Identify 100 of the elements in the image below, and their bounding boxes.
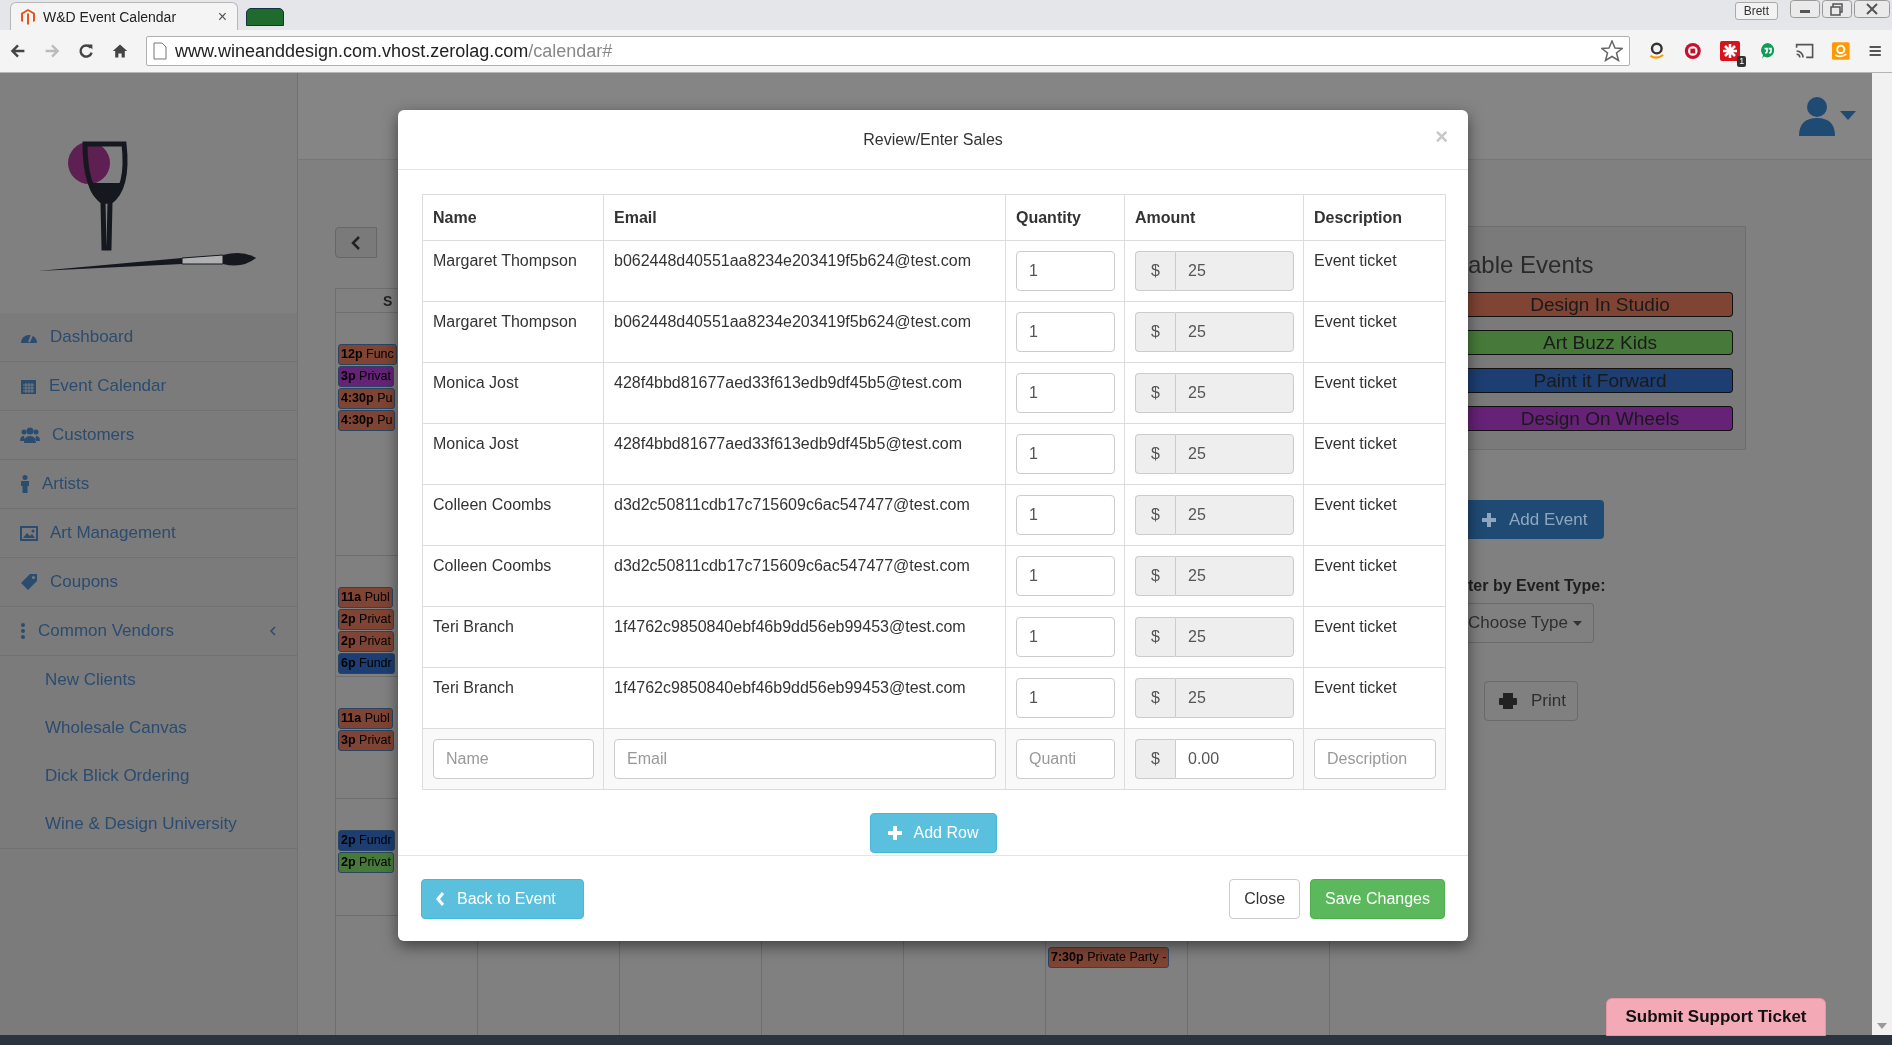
- sidebar-item[interactable]: Event Calendar: [0, 362, 297, 411]
- calendar-event[interactable]: 11a Publ: [338, 587, 393, 608]
- table-cell: Event ticket: [1303, 301, 1446, 363]
- calendar-event[interactable]: 3p Privat: [338, 730, 395, 751]
- close-tab-button[interactable]: ×: [217, 7, 227, 26]
- table-cell: Event ticket: [1303, 667, 1446, 729]
- table-cell: 1f4762c9850840ebf46b9dd56eb99453@test.com: [603, 606, 1006, 668]
- address-bar[interactable]: www.wineanddesign.com.vhost.zerolag.com/calendar#: [146, 36, 1630, 66]
- tag-icon: [20, 573, 38, 591]
- calendar-event[interactable]: 7:30p Private Party -: [1048, 947, 1170, 968]
- user-icon[interactable]: [1798, 96, 1836, 136]
- column-header: Amount: [1124, 194, 1304, 241]
- browser-tab[interactable]: W&D Event Calendar ×: [10, 2, 238, 30]
- sidebar-item[interactable]: Common Vendors: [0, 607, 297, 656]
- table-cell: Teri Branch: [422, 606, 604, 668]
- description-field[interactable]: Description: [1314, 739, 1436, 779]
- close-button[interactable]: ×: [1435, 124, 1448, 150]
- table-cell: d3d2c50811cdb17c715609c6ac547477@test.com: [603, 545, 1006, 607]
- caret-icon[interactable]: [1840, 111, 1856, 121]
- email-field[interactable]: Email: [614, 739, 996, 779]
- calendar-event[interactable]: 4:30p Pu: [338, 410, 396, 431]
- vertical-dots-icon: [20, 623, 26, 639]
- quantity-field[interactable]: 1: [1016, 495, 1115, 535]
- stop-icon[interactable]: [1683, 40, 1702, 62]
- table-cell: Event ticket: [1303, 240, 1446, 302]
- column-header: Description: [1303, 194, 1446, 241]
- printer-icon: [1499, 693, 1517, 709]
- image-icon: [20, 525, 38, 541]
- profile-button[interactable]: Brett: [1734, 2, 1778, 20]
- sidebar-subitem[interactable]: New Clients: [0, 656, 297, 704]
- calendar-event[interactable]: 2p Fundr: [338, 830, 395, 851]
- back-to-event-button[interactable]: Back to Event: [421, 879, 584, 919]
- minimize-icon[interactable]: [1790, 0, 1820, 18]
- calendar-event[interactable]: 2p Privat: [338, 852, 395, 873]
- event-type-label[interactable]: Art Buzz Kids: [1468, 330, 1733, 355]
- currency-addon: $: [1135, 312, 1175, 352]
- panel-title: able Events: [1468, 253, 1595, 277]
- calendar-event[interactable]: 2p Privat: [338, 609, 395, 630]
- close-icon[interactable]: [1854, 0, 1890, 18]
- sidebar-item[interactable]: Coupons: [0, 558, 297, 607]
- print-button[interactable]: Print: [1484, 681, 1578, 721]
- table-cell: 1f4762c9850840ebf46b9dd56eb99453@test.com: [603, 667, 1006, 729]
- currency-addon: $: [1135, 251, 1175, 291]
- event-type-label[interactable]: Design In Studio: [1468, 292, 1733, 317]
- sidebar-subitem[interactable]: Wine & Design University: [0, 800, 297, 848]
- event-type-label[interactable]: Design On Wheels: [1468, 406, 1733, 431]
- star-icon[interactable]: [1601, 40, 1623, 62]
- table-cell: Event ticket: [1303, 484, 1446, 546]
- amount-field[interactable]: 0.00: [1175, 739, 1294, 779]
- calendar-event[interactable]: 12p Func: [338, 344, 397, 365]
- quantity-field[interactable]: 1: [1016, 556, 1115, 596]
- chevron-icon: [269, 625, 277, 637]
- name-field[interactable]: Name: [433, 739, 594, 779]
- currency-addon: $: [1135, 617, 1175, 657]
- person-icon: [20, 475, 30, 493]
- add-row-button[interactable]: Add Row: [869, 813, 997, 853]
- calendar-event[interactable]: 6p Fundr: [338, 653, 395, 674]
- table-cell: Event ticket: [1303, 362, 1446, 424]
- support-ticket-button[interactable]: Submit Support Ticket: [1606, 998, 1826, 1036]
- calendar-event[interactable]: 4:30p Pu: [338, 388, 396, 409]
- calendar-event[interactable]: 2p Privat: [338, 631, 395, 652]
- sidebar-item[interactable]: Artists: [0, 460, 297, 509]
- quantity-field[interactable]: 1: [1016, 678, 1115, 718]
- modal-title: Review/Enter Sales: [863, 130, 1003, 149]
- event-type-label[interactable]: Paint it Forward: [1468, 368, 1733, 393]
- quantity-field[interactable]: 1: [1016, 251, 1115, 291]
- quantity-field[interactable]: 1: [1016, 617, 1115, 657]
- tab-title: W&D Event Calendar: [43, 8, 178, 25]
- quantity-field[interactable]: 1: [1016, 373, 1115, 413]
- save-changes-button[interactable]: Save Changes: [1310, 879, 1445, 919]
- scrollbar[interactable]: [1872, 73, 1892, 1035]
- quantity-field[interactable]: Quanti: [1016, 739, 1115, 779]
- quantity-field[interactable]: 1: [1016, 312, 1115, 352]
- sidebar-item[interactable]: Art Management: [0, 509, 297, 558]
- currency-addon: $: [1135, 556, 1175, 596]
- sidebar-subitem[interactable]: Dick Blick Ordering: [0, 752, 297, 800]
- sidebar-item[interactable]: Customers: [0, 411, 297, 460]
- sidebar-item[interactable]: Dashboard: [0, 313, 297, 362]
- table-cell: 428f4bbd81677aed33f613edb9df45b5@test.com: [603, 362, 1006, 424]
- currency-addon: $: [1135, 495, 1175, 535]
- restore-icon[interactable]: [1822, 0, 1852, 18]
- table-cell: Monica Jost: [422, 423, 604, 485]
- previous-button[interactable]: [335, 227, 377, 258]
- menu-icon[interactable]: [1867, 43, 1882, 59]
- close-button[interactable]: Close: [1229, 879, 1301, 919]
- calendar-event[interactable]: 3p Privat: [338, 366, 395, 387]
- add-event-button[interactable]: Add Event: [1468, 500, 1604, 539]
- reload-icon[interactable]: [78, 41, 94, 61]
- column-header: Name: [422, 194, 604, 241]
- table-cell: Event ticket: [1303, 545, 1446, 607]
- currency-addon: $: [1135, 678, 1175, 718]
- quantity-field[interactable]: 1: [1016, 434, 1115, 474]
- back-icon[interactable]: [10, 42, 26, 60]
- calendar-event[interactable]: 11a Publ: [338, 708, 393, 729]
- column-header: Quantity: [1005, 194, 1125, 241]
- cast-icon[interactable]: [1794, 41, 1814, 61]
- table-cell: 428f4bbd81677aed33f613edb9df45b5@test.com: [603, 423, 1006, 485]
- sidebar-subitem[interactable]: Wholesale Canvas: [0, 704, 297, 752]
- table-cell: Event ticket: [1303, 423, 1446, 485]
- page-icon: [153, 42, 167, 60]
